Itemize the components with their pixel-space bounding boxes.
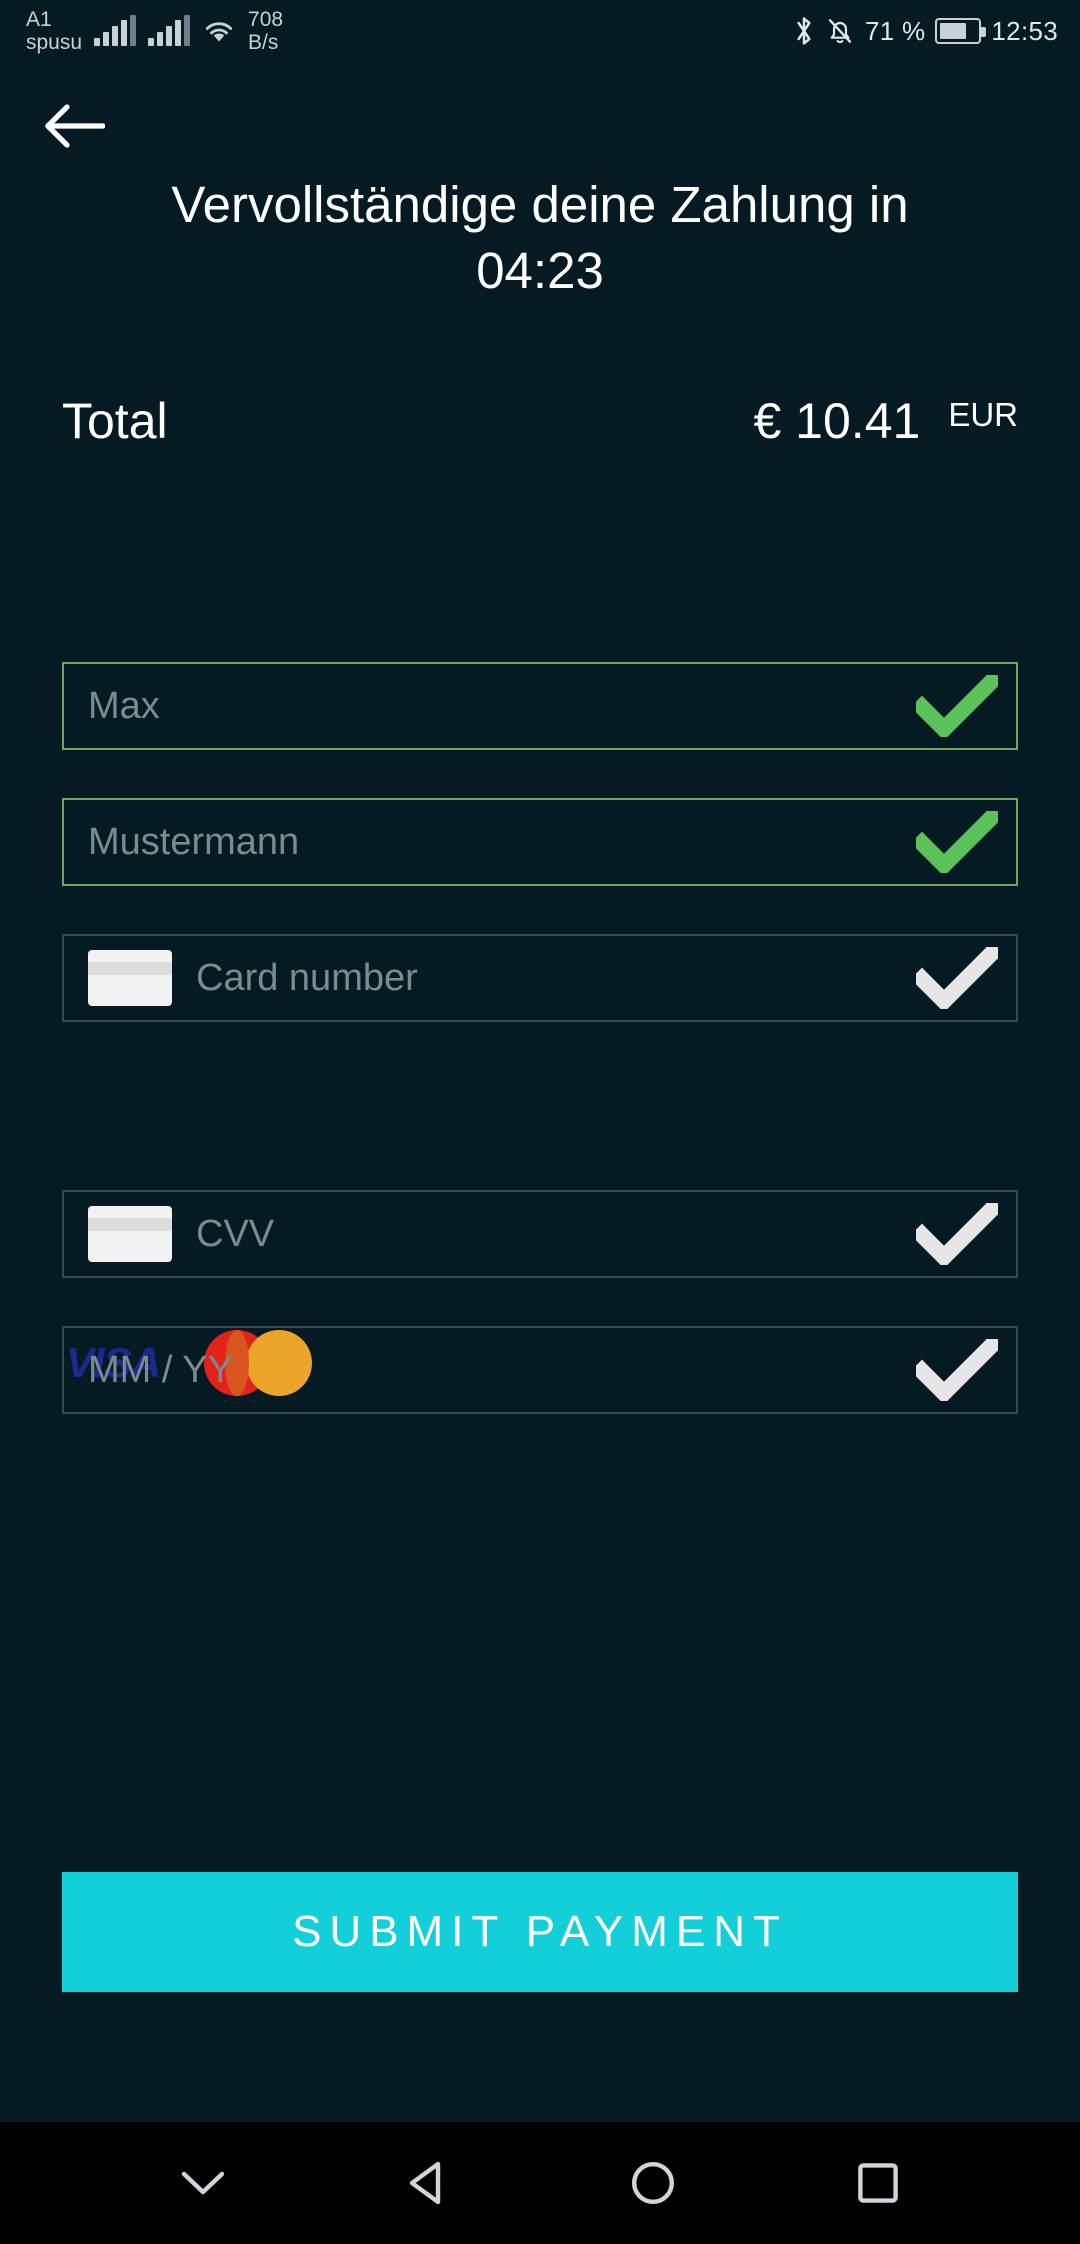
countdown-timer: 04:23: [476, 242, 604, 299]
cvv-field[interactable]: CVV: [62, 1190, 1018, 1278]
credit-card-icon: [88, 950, 172, 1006]
cvv-placeholder: CVV: [196, 1212, 275, 1255]
expiry-field[interactable]: MM / YY: [62, 1326, 1018, 1414]
page-title: Vervollständige deine Zahlung in 04:23: [40, 172, 1040, 304]
first-name-field[interactable]: Max: [62, 662, 1018, 750]
card-number-placeholder: Card number: [196, 956, 418, 999]
check-icon-green: [916, 811, 998, 873]
status-bar-left: A1 spusu 708 B/s: [26, 8, 283, 54]
clock: 12:53: [991, 15, 1058, 46]
network-speed-value: 708: [248, 8, 284, 31]
total-row: Total € 10.41 EUR: [62, 392, 1018, 450]
status-bar-right: 71 % 12:53: [793, 15, 1058, 47]
triangle-back-icon[interactable]: [388, 2143, 468, 2223]
expiry-placeholder: MM / YY: [88, 1348, 233, 1391]
bluetooth-icon: [793, 15, 815, 47]
back-button[interactable]: [38, 92, 110, 164]
total-currency: EUR: [948, 396, 1018, 433]
battery-icon: [935, 18, 987, 44]
carrier-line-1: A1: [26, 8, 52, 31]
page-title-line-1: Vervollständige deine Zahlung in: [171, 176, 909, 233]
chevron-down-icon[interactable]: [163, 2143, 243, 2223]
status-bar: A1 spusu 708 B/s 71 % 12:53: [0, 0, 1080, 62]
circle-home-icon[interactable]: [613, 2143, 693, 2223]
square-recents-icon[interactable]: [838, 2143, 918, 2223]
last-name-placeholder: Mustermann: [88, 820, 300, 863]
check-icon-grey: [916, 1203, 998, 1265]
system-navigation-bar: [0, 2122, 1080, 2244]
last-name-field[interactable]: Mustermann: [62, 798, 1018, 886]
carrier-line-2: spusu: [26, 31, 83, 54]
check-icon-green: [916, 675, 998, 737]
network-speed-unit: B/s: [248, 31, 279, 54]
battery-percent: 71 %: [864, 15, 926, 46]
total-label: Total: [62, 393, 168, 449]
signal-bars-icon: [94, 15, 137, 46]
arrow-left-icon: [43, 101, 106, 156]
wifi-icon: [202, 17, 236, 45]
signal-bars-icon-2: [148, 15, 191, 46]
bell-muted-icon: [825, 15, 855, 47]
credit-card-icon: [88, 1206, 172, 1262]
network-speed: 708 B/s: [248, 8, 283, 54]
submit-payment-button[interactable]: SUBMIT PAYMENT: [62, 1872, 1018, 1992]
check-icon-grey: [916, 1339, 998, 1401]
check-icon-grey: [916, 947, 998, 1009]
main-content: Vervollständige deine Zahlung in 04:23 T…: [0, 62, 1080, 2122]
payment-screen: A1 spusu 708 B/s 71 % 12:53 Vervollständ…: [0, 0, 1080, 2244]
first-name-placeholder: Max: [88, 684, 160, 727]
carrier-name: A1 spusu: [26, 8, 82, 54]
total-amount: € 10.41: [753, 393, 921, 449]
card-number-field[interactable]: Card number: [62, 934, 1018, 1022]
